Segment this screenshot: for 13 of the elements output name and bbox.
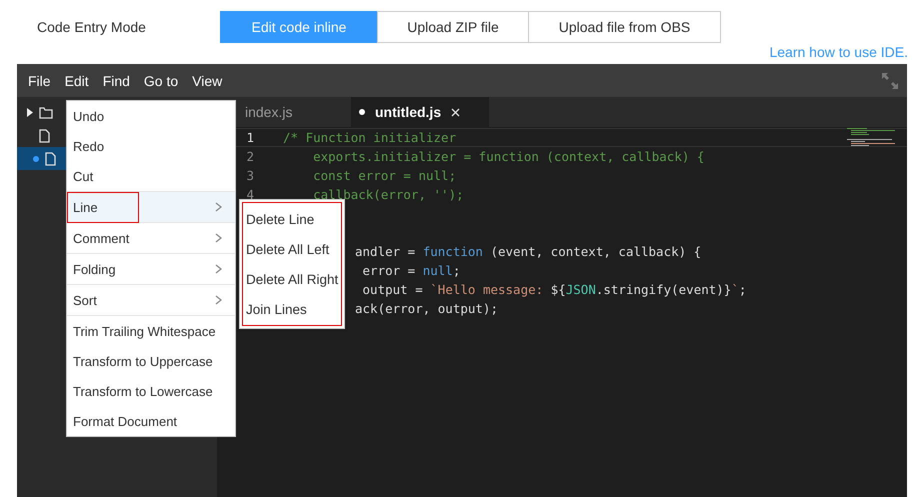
code-line: andler = function (event, context, callback) { [355, 244, 702, 259]
code-line: exports.initializer = function (context, callback) { [312, 149, 704, 164]
line-number: 1 [245, 130, 255, 145]
code-entry-mode-label: Code Entry Mode [37, 19, 147, 35]
line-number: 4 [245, 187, 255, 202]
code-line: output = `Hello message: ${JSON.stringify(event)}`; [362, 282, 746, 297]
code-line: callback(error, ''); [312, 187, 464, 202]
code-line: error = null; [362, 263, 460, 278]
code-line: ack(error, output); [355, 301, 498, 316]
line-number: 3 [245, 168, 255, 183]
code-line: const error = null; [312, 168, 456, 183]
code-line: /* Function initializer [283, 130, 456, 145]
line-number: 2 [245, 149, 255, 164]
